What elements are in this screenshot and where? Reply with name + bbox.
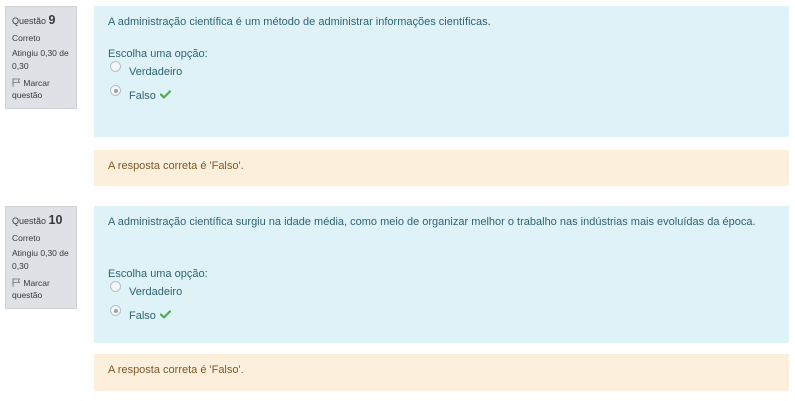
flag-question-link[interactable]: Marcar questão: [12, 77, 76, 101]
question-grade: Atingiu 0,30 de 0,30: [12, 48, 69, 71]
question-number-label: Questão: [12, 216, 47, 226]
answer-prompt: Escolha uma opção:: [108, 48, 208, 60]
radio-button-checked[interactable]: [110, 85, 121, 96]
question-text: A administração científica é um método d…: [108, 16, 491, 28]
flag-icon: [12, 78, 21, 87]
question-formulation: A administração científica é um método d…: [94, 6, 789, 137]
answer-option-verdadeiro[interactable]: Verdadeiro: [108, 281, 775, 309]
answer-prompt: Escolha uma opção:: [108, 268, 208, 280]
answer-option-falso[interactable]: Falso: [108, 85, 775, 113]
question-number-value: 10: [48, 213, 63, 227]
question-text: A administração científica surgiu na ida…: [108, 216, 756, 228]
check-icon: [159, 89, 172, 99]
radio-button-checked[interactable]: [110, 305, 121, 316]
question-number-label: Questão: [12, 16, 47, 26]
answer-option-label: Verdadeiro: [129, 286, 183, 298]
question-info-panel: Questão 9 Correto Atingiu 0,30 de 0,30 M…: [5, 6, 77, 109]
question-number-value: 9: [48, 13, 56, 27]
check-icon: [159, 309, 172, 319]
question-state: Correto: [12, 33, 41, 43]
quiz-review-page: Questão 9 Correto Atingiu 0,30 de 0,30 M…: [0, 0, 795, 401]
question-number: Questão 10: [12, 214, 76, 232]
correct-answer-feedback: A resposta correta é 'Falso'.: [94, 150, 789, 186]
radio-button[interactable]: [110, 61, 121, 72]
radio-button[interactable]: [110, 281, 121, 292]
answer-option-verdadeiro[interactable]: Verdadeiro: [108, 61, 775, 89]
answer-option-falso[interactable]: Falso: [108, 305, 775, 333]
answer-option-label: Falso: [129, 310, 156, 322]
answer-option-label: Falso: [129, 90, 156, 102]
flag-question-link[interactable]: Marcar questão: [12, 277, 76, 301]
question-state: Correto: [12, 233, 41, 243]
flag-icon: [12, 278, 21, 287]
question-grade: Atingiu 0,30 de 0,30: [12, 248, 69, 271]
question-info-panel: Questão 10 Correto Atingiu 0,30 de 0,30 …: [5, 206, 77, 309]
answer-option-label: Verdadeiro: [129, 66, 183, 78]
question-formulation: A administração científica surgiu na ida…: [94, 206, 789, 343]
question-number: Questão 9: [12, 14, 76, 32]
correct-answer-feedback: A resposta correta é 'Falso'.: [94, 354, 789, 391]
